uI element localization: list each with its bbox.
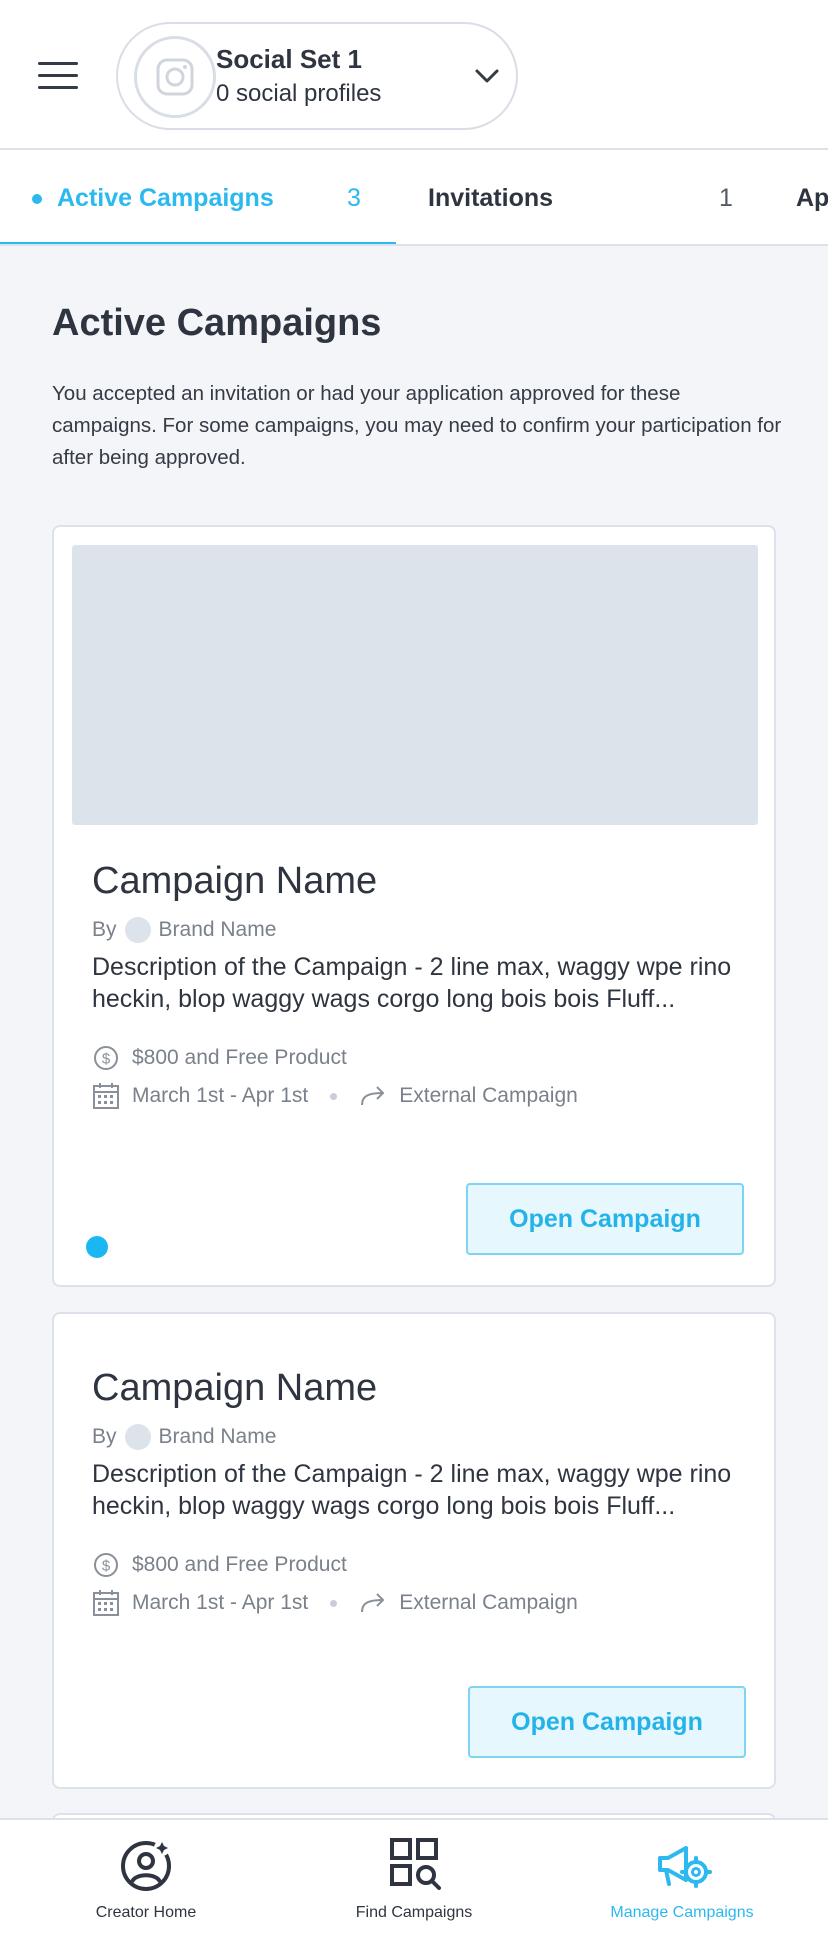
dates-row: March 1st - Apr 1st External Campaign [92,1077,752,1115]
campaign-type-text: External Campaign [399,1591,578,1614]
campaign-card[interactable]: Campaign Name By Brand Name Description … [52,525,776,1287]
share-arrow-icon [359,1589,387,1617]
manage-campaigns-icon [658,1846,712,1888]
tab-label: Active Campaigns [57,184,274,212]
campaign-meta: $ $800 and Free Product March 1st - Apr … [92,1546,752,1622]
brand-avatar [124,1424,151,1450]
share-arrow-icon [359,1082,387,1110]
dollar-icon: $ [92,1044,120,1072]
svg-text:$: $ [102,1558,111,1575]
campaign-description: Description of the Campaign - 2 line max… [92,953,732,1013]
brand-name: Brand Name [158,918,277,941]
by-label: By [92,1425,117,1448]
instagram-icon [134,36,216,118]
tab-count: 1 [719,184,733,212]
open-campaign-button[interactable]: Open Campaign [468,1686,746,1758]
chevron-down-icon [475,69,499,83]
page-description: You accepted an invitation or had your a… [52,382,782,469]
campaign-type-text: External Campaign [399,1084,578,1107]
nav-label: Find Campaigns [355,1904,473,1921]
nav-creator-home[interactable]: Creator Home [46,1820,246,1933]
campaign-tabs: Active Campaigns 3 Invitations 1 Ap [0,150,828,246]
active-tab-indicator-dot [32,194,42,204]
status-indicator-dot [86,1236,108,1258]
social-set-title: Social Set 1 [216,44,362,74]
tab-label: Ap [796,184,828,212]
tab-active-campaigns[interactable]: Active Campaigns 3 [0,150,396,244]
social-set-subtitle: 0 social profiles [216,80,382,107]
separator-dot [330,1599,338,1607]
dates-text: March 1st - Apr 1st [132,1591,309,1614]
compensation-row: $ $800 and Free Product [92,1546,752,1584]
nav-label: Creator Home [95,1904,197,1921]
campaign-brand-line: By Brand Name [92,1422,752,1452]
brand-avatar [124,917,151,943]
dollar-icon: $ [92,1551,120,1579]
campaign-card-body: Campaign Name By Brand Name Description … [92,855,752,1115]
bottom-navigation: Creator Home Find Campaigns Manage Campa… [0,1818,828,1933]
campaign-image-placeholder [72,545,758,825]
top-header: Social Set 1 0 social profiles [0,0,828,150]
page-title: Active Campaigns [52,302,382,344]
nav-label: Manage Campaigns [610,1904,754,1921]
nav-find-campaigns[interactable]: Find Campaigns [314,1820,514,1933]
nav-manage-campaigns[interactable]: Manage Campaigns [582,1820,782,1933]
find-campaigns-icon [390,1838,441,1890]
compensation-text: $800 and Free Product [132,1046,347,1069]
campaign-card-body: Campaign Name By Brand Name Description … [92,1362,752,1622]
calendar-icon [92,1589,120,1617]
calendar-icon [92,1082,120,1110]
by-label: By [92,918,117,941]
svg-text:$: $ [102,1051,111,1068]
dates-text: March 1st - Apr 1st [132,1084,309,1107]
dates-row: March 1st - Apr 1st External Campaign [92,1584,752,1622]
campaign-name: Campaign Name [92,1367,378,1409]
campaign-name: Campaign Name [92,860,378,902]
tab-invitations[interactable]: Invitations 1 [396,150,766,244]
tab-label: Invitations [428,184,554,212]
open-campaign-button[interactable]: Open Campaign [466,1183,744,1255]
brand-name: Brand Name [158,1425,277,1448]
campaign-meta: $ $800 and Free Product March 1st - Apr … [92,1039,752,1115]
hamburger-menu-icon[interactable] [36,58,82,94]
social-set-selector[interactable]: Social Set 1 0 social profiles [116,22,518,130]
tab-applications[interactable]: Ap [766,150,828,244]
campaign-brand-line: By Brand Name [92,915,752,945]
compensation-row: $ $800 and Free Product [92,1039,752,1077]
campaign-description: Description of the Campaign - 2 line max… [92,1460,732,1520]
tab-count: 3 [347,184,361,212]
separator-dot [330,1092,338,1100]
campaign-card[interactable]: Campaign Name By Brand Name Description … [52,1312,776,1789]
creator-home-icon [121,1840,171,1891]
compensation-text: $800 and Free Product [132,1553,347,1576]
